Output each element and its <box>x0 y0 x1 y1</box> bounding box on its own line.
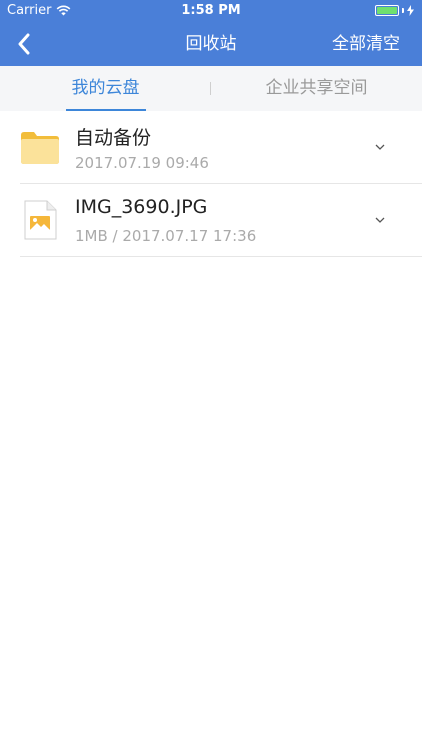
tab-enterprise-shared[interactable]: 企业共享空间 <box>211 66 422 111</box>
status-time: 1:58 PM <box>181 3 241 18</box>
file-list: 自动备份 2017.07.19 09:46 IMG_3690.JPG 1MB /… <box>0 111 422 257</box>
charging-icon <box>407 5 414 16</box>
chevron-down-icon[interactable] <box>374 141 386 153</box>
file-name: 自动备份 <box>75 127 152 149</box>
tab-bar: 我的云盘 企业共享空间 <box>0 66 422 111</box>
row-divider <box>20 256 422 257</box>
tab-my-cloud[interactable]: 我的云盘 <box>0 66 211 111</box>
file-name: IMG_3690.JPG <box>75 196 208 218</box>
navigation-bar: 回收站 全部清空 <box>0 22 422 66</box>
top-bar: Carrier 1:58 PM 回收站 全部清空 <box>0 0 422 66</box>
list-item[interactable]: 自动备份 2017.07.19 09:46 <box>0 111 422 184</box>
image-file-icon <box>24 200 57 240</box>
list-item[interactable]: IMG_3690.JPG 1MB / 2017.07.17 17:36 <box>0 184 422 257</box>
clear-all-button[interactable]: 全部清空 <box>332 22 400 66</box>
chevron-down-icon[interactable] <box>374 214 386 226</box>
folder-icon <box>21 132 59 164</box>
status-bar: Carrier 1:58 PM <box>0 0 422 22</box>
file-meta: 1MB / 2017.07.17 17:36 <box>75 227 257 245</box>
file-meta: 2017.07.19 09:46 <box>75 154 209 172</box>
battery-icon <box>375 5 414 16</box>
